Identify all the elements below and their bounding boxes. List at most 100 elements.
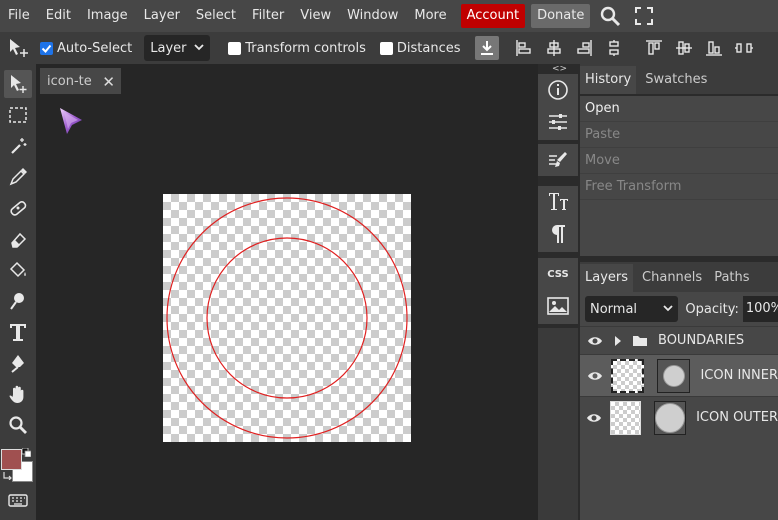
mask-shape: [662, 364, 685, 387]
history-tabs: History Swatches: [580, 64, 778, 94]
tab-layers[interactable]: Layers: [580, 264, 634, 292]
eye-icon[interactable]: [580, 412, 608, 424]
reset-colors-icon[interactable]: [22, 448, 31, 457]
history-entry[interactable]: Open: [580, 96, 778, 122]
menu-window[interactable]: Window: [339, 4, 406, 28]
close-icon[interactable]: ✕: [102, 73, 115, 91]
outer-circle: [166, 197, 408, 439]
chevron-right-icon[interactable]: [614, 335, 622, 347]
layers-tabs: Layers Channels Paths: [580, 262, 778, 292]
blur-tool-icon[interactable]: [4, 287, 32, 315]
menu-filter[interactable]: Filter: [244, 4, 292, 28]
pen-tool-icon[interactable]: [4, 349, 32, 377]
checkbox-checked-icon: [40, 41, 53, 55]
healing-brush-tool-icon[interactable]: [4, 194, 32, 222]
layer-mask-thumbnail[interactable]: [657, 358, 691, 393]
canvas[interactable]: [163, 194, 411, 442]
transform-controls-checkbox[interactable]: Transform controls: [228, 41, 366, 56]
layer-name: ICON INNER: [700, 368, 778, 383]
collapse-toggle[interactable]: <>: [552, 64, 567, 74]
account-button[interactable]: Account: [460, 4, 526, 28]
marquee-tool-icon[interactable]: [4, 101, 32, 129]
align-left-icon[interactable]: [515, 39, 533, 57]
align-top-icon[interactable]: [645, 39, 663, 57]
image-icon[interactable]: [538, 290, 578, 322]
eraser-tool-icon[interactable]: [4, 225, 32, 253]
chevron-down-icon: [194, 44, 204, 51]
align-middle-vertical-icon[interactable]: [675, 39, 693, 57]
menu-view[interactable]: View: [292, 4, 339, 28]
collapsed-panels-bar: <> CSS: [538, 64, 580, 520]
blend-row: Normal Opacity: 100%: [580, 292, 778, 326]
download-icon[interactable]: [474, 36, 499, 60]
history-entry[interactable]: Move: [580, 148, 778, 174]
menu-image[interactable]: Image: [79, 4, 136, 28]
character-icon[interactable]: [538, 186, 578, 218]
history-entry[interactable]: Free Transform: [580, 174, 778, 200]
select-value: Layer: [150, 40, 187, 56]
brush-settings-icon[interactable]: [538, 144, 578, 176]
menu-file[interactable]: File: [0, 4, 38, 28]
foreground-color-swatch[interactable]: [1, 449, 22, 470]
tab-swatches[interactable]: Swatches: [640, 66, 712, 94]
auto-select-target-select[interactable]: Layer: [144, 35, 211, 61]
distances-checkbox[interactable]: Distances: [379, 40, 461, 56]
align-bottom-icon[interactable]: [705, 39, 723, 57]
type-tool-icon[interactable]: [4, 318, 32, 346]
eyedropper-tool-icon[interactable]: [4, 163, 32, 191]
menu-edit[interactable]: Edit: [38, 4, 79, 28]
layers-panel: Layers Channels Paths Normal Opacity: 10…: [580, 262, 778, 520]
eye-icon[interactable]: [580, 335, 610, 347]
info-icon[interactable]: [538, 74, 578, 106]
options-bar: Auto-Select Layer Transform controls Dis…: [0, 32, 778, 64]
menu-more[interactable]: More: [406, 4, 454, 28]
paragraph-icon[interactable]: [538, 218, 578, 250]
distribute-vertical-icon[interactable]: [605, 39, 623, 57]
align-right-icon[interactable]: [575, 39, 593, 57]
layer-row[interactable]: ICON INNER: [580, 354, 778, 396]
menubar: File Edit Image Layer Select Filter View…: [0, 0, 778, 32]
eye-icon[interactable]: [580, 370, 609, 382]
opacity-label: Opacity:: [685, 301, 739, 317]
swap-colors-icon[interactable]: [3, 470, 13, 480]
tab-paths[interactable]: Paths: [709, 264, 754, 292]
blend-mode-select[interactable]: Normal: [585, 296, 679, 322]
mini-group-4: CSS: [538, 258, 578, 324]
layer-mask-thumbnail[interactable]: [654, 400, 687, 435]
right-panels: History Swatches Open Paste Move Free Tr…: [580, 64, 778, 520]
distribute-horizontal-icon[interactable]: [734, 39, 753, 57]
distances-label: Distances: [396, 40, 461, 56]
keyboard-icon[interactable]: [4, 486, 32, 514]
photopea-app: File Edit Image Layer Select Filter View…: [0, 0, 778, 520]
donate-button[interactable]: Donate: [531, 4, 591, 28]
layer-row[interactable]: ICON OUTER: [580, 396, 778, 438]
layer-thumbnail: [609, 400, 642, 435]
search-icon[interactable]: [596, 2, 624, 30]
history-entry[interactable]: Paste: [580, 122, 778, 148]
document-area: icon-te ✕: [36, 64, 538, 520]
chevron-down-icon: [663, 305, 674, 312]
folder-icon: [633, 336, 647, 346]
hand-tool-icon[interactable]: [4, 380, 32, 408]
fullscreen-icon[interactable]: [630, 2, 658, 30]
checkbox-unchecked-icon: [379, 41, 393, 55]
menu-select[interactable]: Select: [188, 4, 244, 28]
layer-thumbnail: [611, 358, 645, 393]
history-panel: Open Paste Move Free Transform: [580, 96, 778, 256]
tab-history[interactable]: History: [580, 66, 637, 94]
opacity-input[interactable]: 100%: [742, 296, 778, 322]
layer-row-group[interactable]: BOUNDARIES: [580, 326, 778, 354]
zoom-tool-icon[interactable]: [4, 411, 32, 439]
css-icon[interactable]: CSS: [538, 258, 578, 290]
align-center-horizontal-icon[interactable]: [545, 39, 563, 57]
document-tab[interactable]: icon-te ✕: [40, 68, 121, 94]
paint-bucket-tool-icon[interactable]: [4, 256, 32, 284]
tab-channels[interactable]: Channels: [637, 264, 707, 292]
adjustments-icon[interactable]: [538, 106, 578, 138]
menu-layer[interactable]: Layer: [136, 4, 188, 28]
css-label: CSS: [547, 268, 569, 280]
move-tool-icon[interactable]: [4, 70, 32, 98]
tools-panel: [0, 64, 36, 520]
auto-select-checkbox[interactable]: Auto-Select: [40, 41, 132, 56]
magic-wand-tool-icon[interactable]: [4, 132, 32, 160]
